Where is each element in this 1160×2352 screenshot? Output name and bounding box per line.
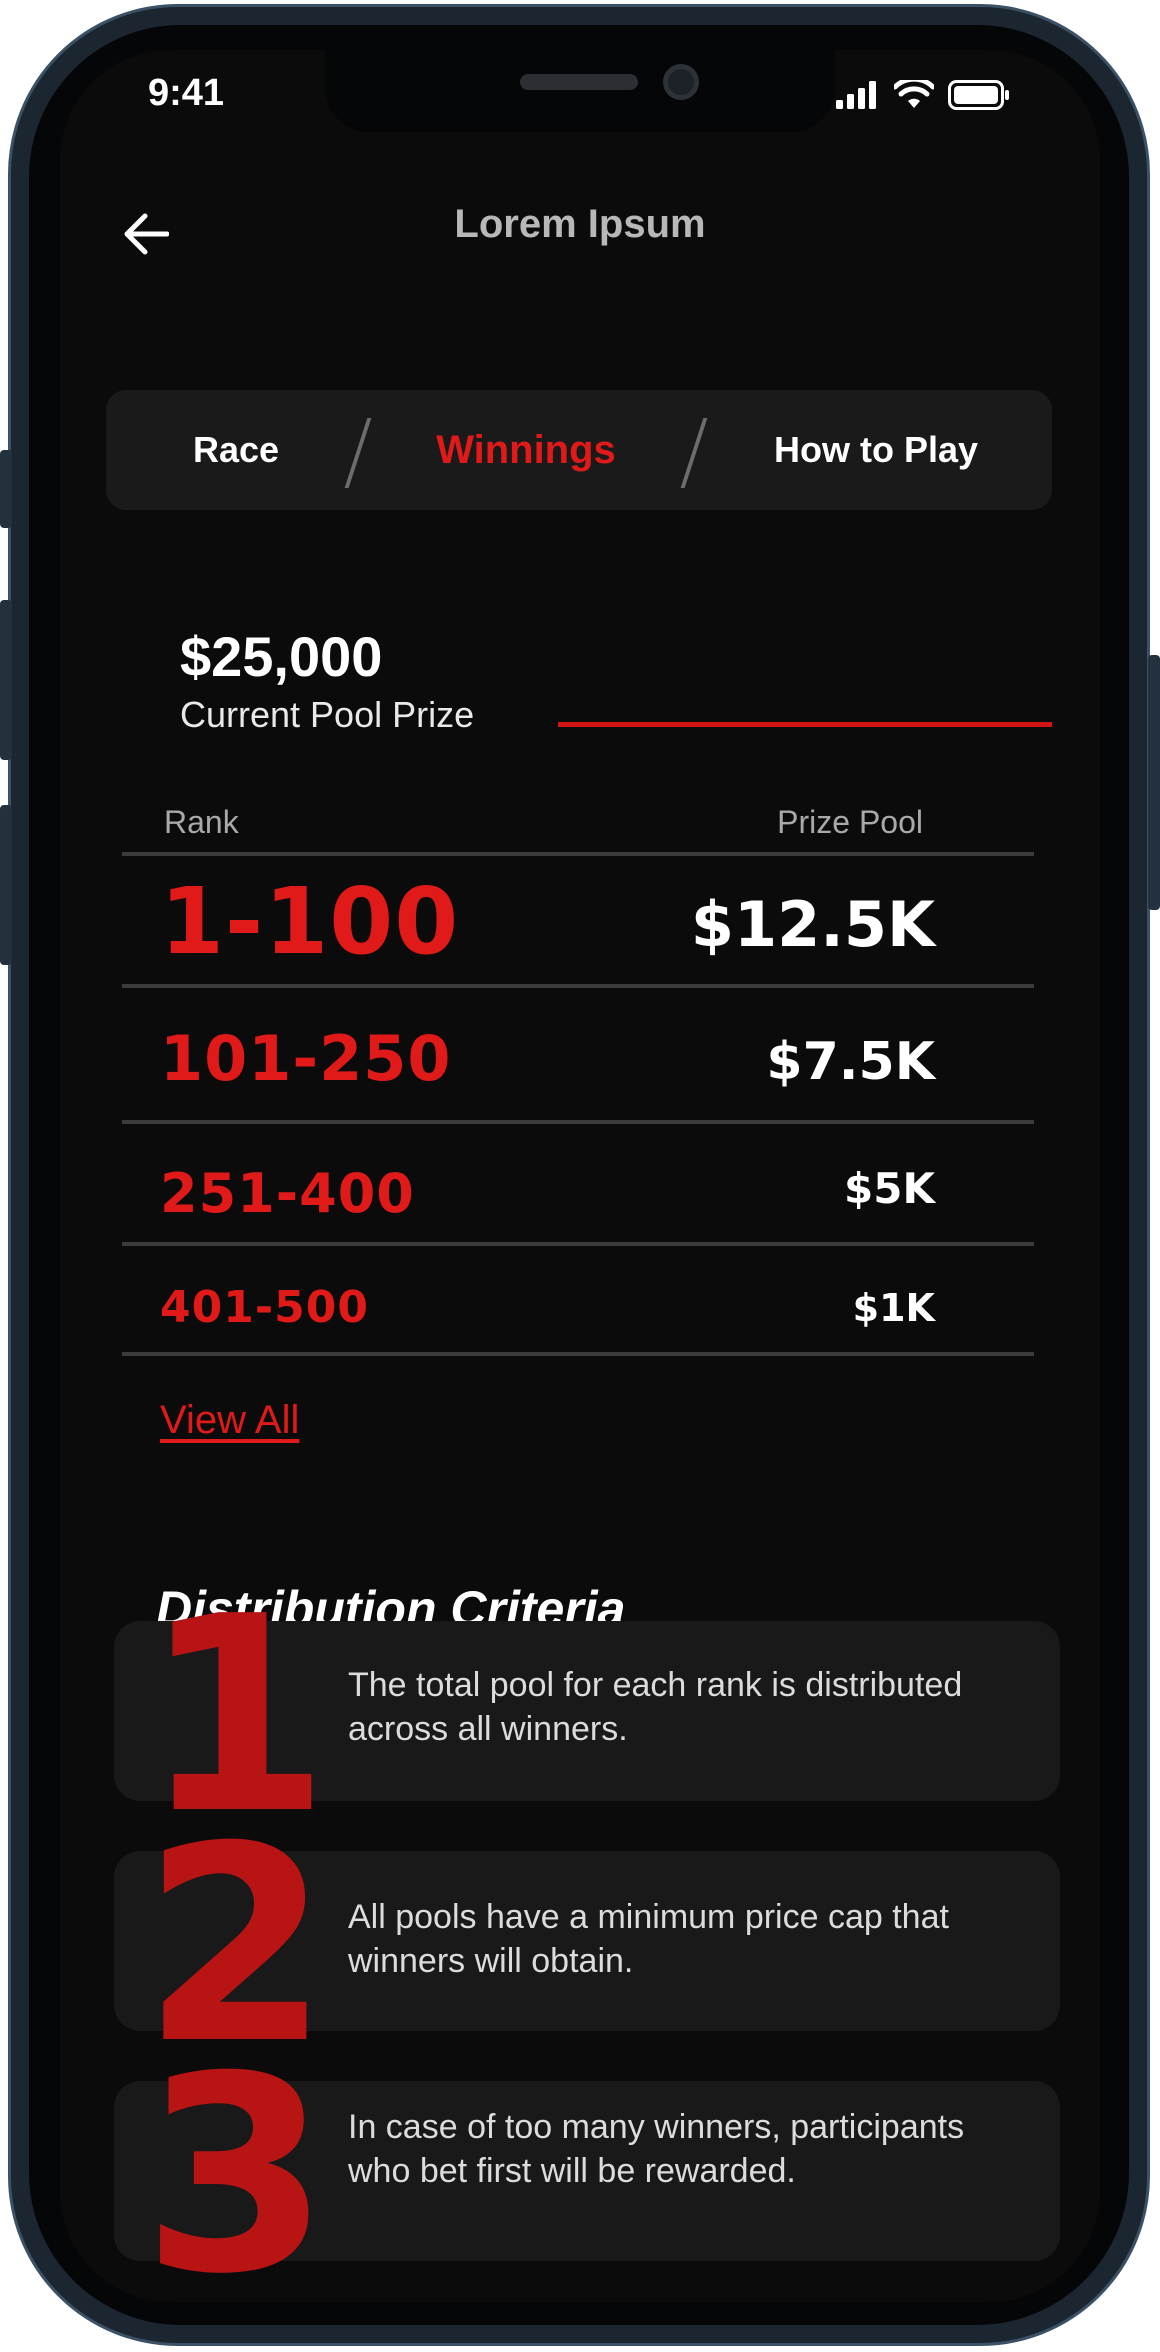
notch (325, 50, 835, 132)
signal-icon (836, 81, 876, 109)
criteria-text: All pools have a minimum price cap that … (348, 1898, 949, 1980)
prize-value: $12.5K (690, 888, 935, 961)
prize-column-header: Prize Pool (777, 804, 923, 840)
criteria-card: 2 All pools have a minimum price cap tha… (114, 1811, 1060, 2081)
criteria-text: The total pool for each rank is distribu… (348, 1666, 963, 1748)
view-all-link[interactable]: View All (160, 1398, 299, 1443)
criteria-number: 3 (142, 2018, 330, 2303)
table-divider (122, 852, 1034, 856)
page-title: Lorem Ipsum (454, 202, 706, 246)
prize-value: $7.5K (766, 1032, 935, 1092)
table-divider (122, 1120, 1034, 1124)
tab-separator (344, 418, 372, 488)
tab-bar: Race Winnings How to Play (106, 390, 1052, 510)
rank-column-header: Rank (164, 804, 239, 840)
battery-icon (948, 80, 1009, 110)
volume-down-button (0, 805, 12, 965)
prize-value: $1K (852, 1286, 935, 1330)
pool-accent-line (558, 722, 1052, 727)
criteria-text: In case of too many winners, participant… (348, 2108, 965, 2190)
rank-range: 251-400 (160, 1162, 415, 1225)
tab-winnings-label: Winnings (436, 427, 616, 472)
pool-amount: $25,000 (180, 625, 383, 688)
rank-range: 1-100 (160, 868, 460, 975)
app-screen: 9:41 Lorem Ipsum Race Winnings How to Pl… (60, 50, 1100, 2302)
pool-label: Current Pool Prize (180, 694, 475, 735)
prize-value: $5K (844, 1164, 935, 1213)
status-icons (836, 80, 1010, 110)
tab-race-label: Race (192, 429, 280, 470)
tab-race[interactable]: Race (136, 390, 336, 510)
rank-range: 401-500 (160, 1282, 369, 1333)
table-divider (122, 1242, 1034, 1246)
rank-range: 101-250 (160, 1022, 452, 1095)
volume-up-button (0, 600, 12, 760)
speaker (520, 74, 638, 90)
status-time: 9:41 (148, 72, 225, 114)
tab-separator (680, 418, 708, 488)
tab-how-to-play[interactable]: How to Play (716, 390, 1036, 510)
tab-how-to-play-label: How to Play (773, 429, 979, 470)
wifi-icon (894, 80, 934, 108)
table-divider (122, 984, 1034, 988)
criteria-card: 1 The total pool for each rank is distri… (114, 1581, 1060, 1851)
mute-switch (0, 450, 12, 528)
power-button (1148, 655, 1160, 910)
tab-winnings[interactable]: Winnings (376, 390, 676, 510)
criteria-card: 3 In case of too many winners, participa… (114, 2041, 1060, 2302)
front-camera (663, 64, 699, 100)
table-divider (122, 1352, 1034, 1356)
